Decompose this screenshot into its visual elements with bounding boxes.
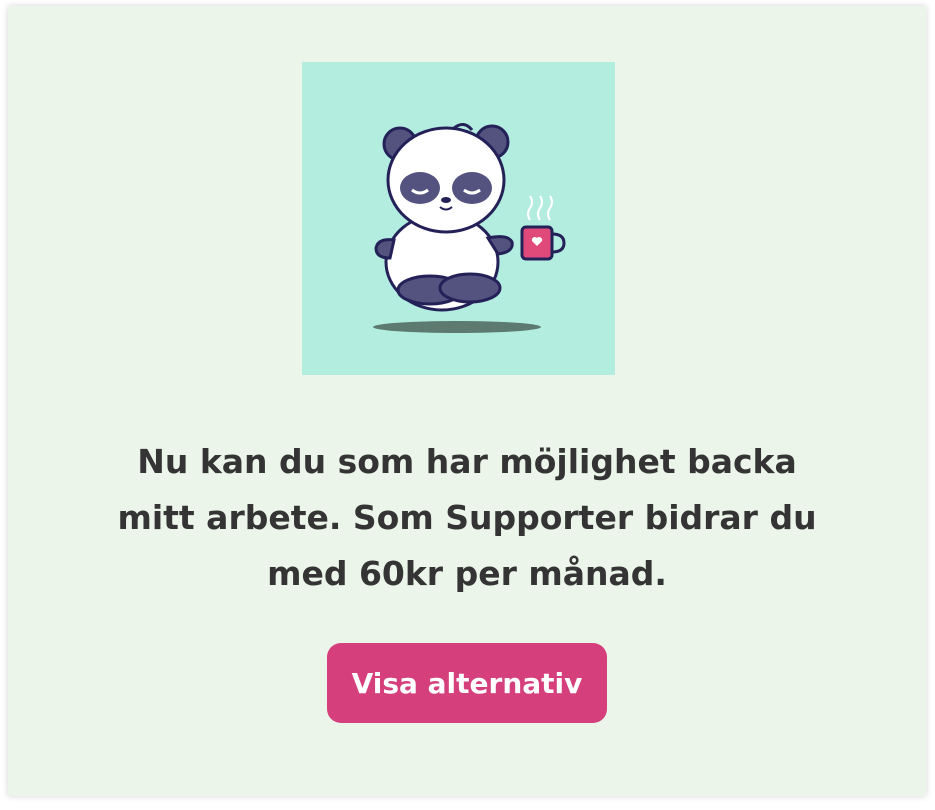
panda-illustration <box>302 62 615 375</box>
supporter-card: Nu kan du som har möjlighet backa mitt a… <box>8 6 926 796</box>
meditating-panda-icon <box>373 123 566 333</box>
supporter-message: Nu kan du som har möjlighet backa mitt a… <box>117 442 817 593</box>
show-options-button[interactable]: Visa alternativ <box>327 643 607 723</box>
